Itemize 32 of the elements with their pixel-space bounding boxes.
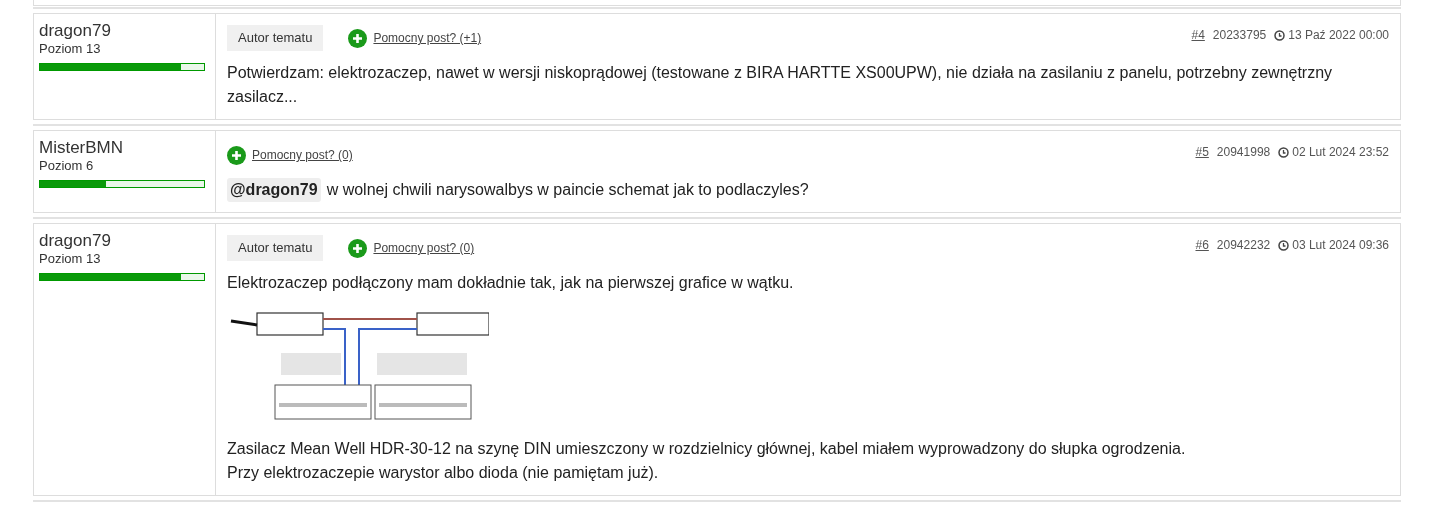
post-text: Elektrozaczep podłączony mam dokładnie tak, jak na pierwszej grafice w wątku. xyxy=(227,273,795,293)
helpful-link[interactable]: Pomocny post? (+1) xyxy=(373,29,482,47)
post-text: Zasilacz Mean Well HDR-30-12 na szynę DIN umieszczony w rozdzielnicy głównej, kabel miałem wyprowadzony do słupka ogrodzenia. xyxy=(227,439,1187,459)
mention-link[interactable]: @dragon79 xyxy=(227,178,321,202)
post-text: Potwierdzam: elektrozaczep, nawet w wersji niskoprądowej (testowane z BIRA HARTTE XS00UPW), nie działa na zasilaniu z panelu, potrzebny zewnętrzny zasilacz... xyxy=(227,63,1334,107)
topic-author-badge: Autor tematu xyxy=(227,235,324,261)
post-date: 03 Lut 2024 09:36 xyxy=(1292,237,1389,254)
helpful-link[interactable]: Pomocny post? (0) xyxy=(252,146,353,164)
post-date: 13 Paź 2022 00:00 xyxy=(1288,27,1389,44)
topic-author-badge: Autor tematu xyxy=(227,25,324,51)
clock-icon xyxy=(1274,29,1286,41)
user-rank: Poziom 13 xyxy=(39,41,102,57)
clock-icon xyxy=(1278,239,1290,251)
user-rank: Poziom 6 xyxy=(39,158,95,174)
post-id: 20233795 xyxy=(1212,27,1267,44)
post-text: Przy elektrozaczepie warystor albo dioda (nie pamiętam już). xyxy=(227,463,660,483)
post-number-link[interactable]: #6 xyxy=(1195,236,1209,254)
username[interactable]: dragon79 xyxy=(39,21,210,41)
post-id: 20942232 xyxy=(1216,237,1271,254)
plus-icon[interactable] xyxy=(227,145,246,165)
helpful-link[interactable]: Pomocny post? (0) xyxy=(373,239,475,257)
clock-icon xyxy=(1278,146,1290,158)
post-id: 20941998 xyxy=(1216,144,1271,161)
plus-icon[interactable] xyxy=(348,28,368,48)
post-number-link[interactable]: #5 xyxy=(1195,143,1209,161)
user-rank: Poziom 13 xyxy=(39,251,102,267)
username[interactable]: dragon79 xyxy=(39,231,210,251)
post-date: 02 Lut 2024 23:52 xyxy=(1292,144,1389,161)
post-number-link[interactable]: #4 xyxy=(1191,26,1205,44)
plus-icon[interactable] xyxy=(348,238,368,258)
username[interactable]: MisterBMN xyxy=(39,138,210,158)
post-text: w wolnej chwili narysowalbys w paincie schemat jak to podlaczyles? xyxy=(326,180,809,200)
